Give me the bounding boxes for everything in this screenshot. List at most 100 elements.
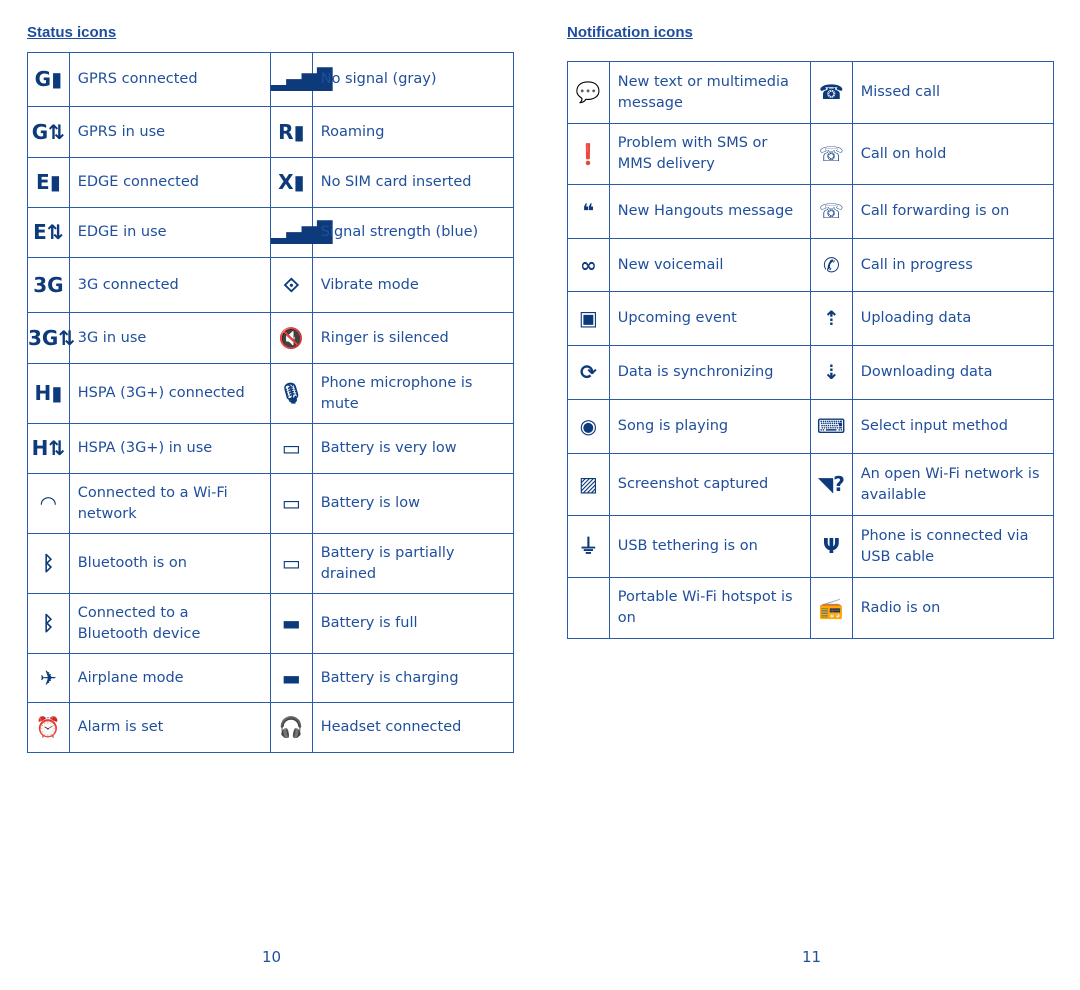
icon-description: Call on hold bbox=[851, 123, 1055, 185]
alarm-icon: ⏰ bbox=[27, 702, 70, 753]
icon-description: GPRS in use bbox=[68, 106, 271, 158]
page-number-right: 11 bbox=[802, 948, 822, 966]
icon-description: Vibrate mode bbox=[311, 257, 515, 313]
icon-description: Screenshot captured bbox=[608, 453, 811, 516]
headset-icon: 🎧 bbox=[269, 702, 313, 753]
page-number-left: 10 bbox=[262, 948, 282, 966]
table-row: G▮ GPRS connected ▂▄▆█ No signal (gray) bbox=[27, 52, 515, 107]
icon-description: Radio is on bbox=[851, 577, 1055, 639]
song-playing-icon: ◉ bbox=[567, 399, 610, 454]
table-row: ⟳ Data is synchronizing ⇣ Downloading data bbox=[567, 345, 1055, 400]
usb-tethering-icon: ⏚ bbox=[567, 515, 610, 578]
calendar-icon: ▣ bbox=[567, 291, 610, 346]
table-row: 3G 3G connected ⟐ Vibrate mode bbox=[27, 257, 515, 313]
sms-problem-icon: ❗ bbox=[567, 123, 610, 185]
empty-icon-cell bbox=[567, 577, 610, 639]
icon-description: Problem with SMS or MMS delivery bbox=[608, 123, 811, 185]
table-row: 3G⇅ 3G in use 🔇 Ringer is silenced bbox=[27, 312, 515, 364]
roaming-icon: R▮ bbox=[269, 106, 313, 158]
table-row: E▮ EDGE connected X▮ No SIM card inserted bbox=[27, 157, 515, 208]
bluetooth-icon: ᛒ bbox=[27, 533, 70, 594]
icon-description: Missed call bbox=[851, 61, 1055, 124]
table-row: ▣ Upcoming event ⇡ Uploading data bbox=[567, 291, 1055, 346]
icon-description: Battery is charging bbox=[311, 653, 515, 703]
table-row: ᛒ Bluetooth is on ▭ Battery is partially dr… bbox=[27, 533, 515, 594]
mic-mute-icon: 🎙 bbox=[269, 363, 313, 424]
notification-icons-table: 💬 New text or multimedia message ☎ Missed c… bbox=[567, 61, 1055, 639]
table-row: 💬 New text or multimedia message ☎ Missed c… bbox=[567, 61, 1055, 124]
icon-description: Battery is partially drained bbox=[311, 533, 515, 594]
call-forwarding-icon: ☏ bbox=[809, 184, 853, 239]
edge-connected-icon: E▮ bbox=[27, 157, 70, 208]
battery-full-icon: ▬ bbox=[269, 593, 313, 654]
table-row: ◠ Connected to a Wi-Fi network ▭ Battery is… bbox=[27, 473, 515, 534]
status-icons-table: G▮ GPRS connected ▂▄▆█ No signal (gray) G⇅ GP… bbox=[27, 52, 515, 753]
table-row: ⏚ USB tethering is on Ψ Phone is connected … bbox=[567, 515, 1055, 578]
notification-icons-heading: Notification icons bbox=[567, 24, 693, 41]
voicemail-icon: ∞ bbox=[567, 238, 610, 292]
radio-icon: 📻 bbox=[809, 577, 853, 639]
icon-description: No SIM card inserted bbox=[311, 157, 515, 208]
battery-very-low-icon: ▭ bbox=[269, 423, 313, 474]
icon-description: Ringer is silenced bbox=[311, 312, 515, 364]
message-icon: 💬 bbox=[567, 61, 610, 124]
icon-description: Downloading data bbox=[851, 345, 1055, 400]
icon-description: New Hangouts message bbox=[608, 184, 811, 239]
table-row: H⇅ HSPA (3G+) in use ▭ Battery is very low bbox=[27, 423, 515, 474]
edge-in-use-icon: E⇅ bbox=[27, 207, 70, 258]
icon-description: Bluetooth is on bbox=[68, 533, 271, 594]
icon-description: EDGE in use bbox=[68, 207, 271, 258]
missed-call-icon: ☎ bbox=[809, 61, 853, 124]
icon-description: Battery is very low bbox=[311, 423, 515, 474]
table-row: ᛒ Connected to a Bluetooth device ▬ Battery… bbox=[27, 593, 515, 654]
usb-icon: Ψ bbox=[809, 515, 853, 578]
icon-description: Upcoming event bbox=[608, 291, 811, 346]
icon-description: Portable Wi-Fi hotspot is on bbox=[608, 577, 811, 639]
icon-description: 3G connected bbox=[68, 257, 271, 313]
table-row: Portable Wi-Fi hotspot is on 📻 Radio is on bbox=[567, 577, 1055, 639]
3g-connected-icon: 3G bbox=[27, 257, 70, 313]
table-row: ◉ Song is playing ⌨ Select input method bbox=[567, 399, 1055, 454]
icon-description: Airplane mode bbox=[68, 653, 271, 703]
icon-description: Alarm is set bbox=[68, 702, 271, 753]
screenshot-icon: ▨ bbox=[567, 453, 610, 516]
table-row: ✈ Airplane mode ▬ Battery is charging bbox=[27, 653, 515, 703]
hspa-connected-icon: H▮ bbox=[27, 363, 70, 424]
icon-description: Roaming bbox=[311, 106, 515, 158]
icon-description: Call in progress bbox=[851, 238, 1055, 292]
icon-description: Connected to a Bluetooth device bbox=[68, 593, 271, 654]
icon-description: Battery is low bbox=[311, 473, 515, 534]
table-row: ∞ New voicemail ✆ Call in progress bbox=[567, 238, 1055, 292]
icon-description: Phone is connected via USB cable bbox=[851, 515, 1055, 578]
upload-icon: ⇡ bbox=[809, 291, 853, 346]
vibrate-icon: ⟐ bbox=[269, 257, 313, 313]
icon-description: Song is playing bbox=[608, 399, 811, 454]
download-icon: ⇣ bbox=[809, 345, 853, 400]
icon-description: Signal strength (blue) bbox=[311, 207, 515, 258]
sync-icon: ⟳ bbox=[567, 345, 610, 400]
gprs-connected-icon: G▮ bbox=[27, 52, 70, 107]
wifi-icon: ◠ bbox=[27, 473, 70, 534]
icon-description: Phone microphone is mute bbox=[311, 363, 515, 424]
status-icons-heading: Status icons bbox=[27, 24, 117, 41]
call-hold-icon: ☏ bbox=[809, 123, 853, 185]
3g-in-use-icon: 3G⇅ bbox=[27, 312, 75, 364]
hangouts-icon: ❝ bbox=[567, 184, 610, 239]
icon-description: New text or multimedia message bbox=[608, 61, 811, 124]
table-row: H▮ HSPA (3G+) connected 🎙 Phone microphone … bbox=[27, 363, 515, 424]
ringer-silenced-icon: 🔇 bbox=[269, 312, 313, 364]
icon-description: An open Wi-Fi network is available bbox=[851, 453, 1055, 516]
table-row: ❗ Problem with SMS or MMS delivery ☏ Call o… bbox=[567, 123, 1055, 185]
table-row: ▨ Screenshot captured ◥? An open Wi-Fi netw… bbox=[567, 453, 1055, 516]
no-sim-icon: X▮ bbox=[269, 157, 313, 208]
icon-description: Battery is full bbox=[311, 593, 515, 654]
gprs-in-use-icon: G⇅ bbox=[27, 106, 70, 158]
icon-description: Uploading data bbox=[851, 291, 1055, 346]
icon-description: USB tethering is on bbox=[608, 515, 811, 578]
icon-description: Call forwarding is on bbox=[851, 184, 1055, 239]
battery-low-icon: ▭ bbox=[269, 473, 313, 534]
icon-description: HSPA (3G+) connected bbox=[68, 363, 271, 424]
icon-description: New voicemail bbox=[608, 238, 811, 292]
battery-partial-icon: ▭ bbox=[269, 533, 313, 594]
icon-description: EDGE connected bbox=[68, 157, 271, 208]
